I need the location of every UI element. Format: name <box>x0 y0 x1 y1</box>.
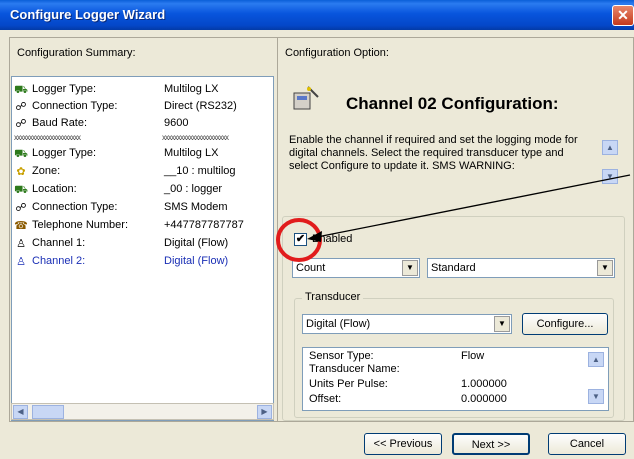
scroll-up-icon[interactable]: ▲ <box>602 140 618 155</box>
summary-label: Telephone Number: <box>32 219 129 231</box>
close-icon: ✕ <box>617 7 629 23</box>
channel-icon: ♙ <box>16 238 26 250</box>
summary-label: Channel 1: <box>32 237 86 249</box>
summary-value: Digital (Flow) <box>164 255 229 267</box>
button-bar <box>0 422 634 459</box>
summary-label: Logger Type: <box>32 147 97 159</box>
channel-title: Channel 02 Configuration: <box>346 94 559 113</box>
enabled-checkbox[interactable]: ✔ <box>294 233 307 246</box>
cancel-button[interactable]: Cancel <box>548 433 626 455</box>
type-select-value: Standard <box>431 262 476 274</box>
channel-config-icon <box>292 85 320 111</box>
property-label: Units Per Pulse: <box>309 378 388 390</box>
option-heading: Configuration Option: <box>285 47 389 59</box>
summary-label: Connection Type: <box>32 201 118 213</box>
summary-value: 9600 <box>164 117 189 129</box>
scroll-down-icon[interactable]: ▼ <box>602 169 618 184</box>
summary-value: _00 : logger <box>164 183 223 195</box>
chevron-down-icon[interactable]: ▼ <box>494 316 510 332</box>
scroll-right-icon[interactable]: ▶ <box>257 405 272 419</box>
transducer-properties[interactable]: Sensor Type: Flow Transducer Name: Units… <box>302 347 609 411</box>
connection-icon: ☍ <box>15 101 27 113</box>
chevron-down-icon[interactable]: ▼ <box>597 260 613 276</box>
summary-separator: xxxxxxxxxxxxxxxxxxxxxx <box>162 133 229 142</box>
channel-description: Enable the channel if required and set t… <box>289 134 578 172</box>
logger-icon: ⛟ <box>14 148 28 160</box>
summary-value: +447787787787 <box>164 219 244 231</box>
window-title: Configure Logger Wizard <box>10 7 166 22</box>
type-select[interactable]: Standard ▼ <box>427 258 615 278</box>
connection-icon: ☍ <box>15 118 27 130</box>
chevron-down-icon[interactable]: ▼ <box>402 260 418 276</box>
scroll-thumb[interactable] <box>32 405 64 419</box>
scroll-down-icon[interactable]: ▼ <box>588 389 604 404</box>
transducer-select-value: Digital (Flow) <box>306 318 371 330</box>
summary-value: Direct (RS232) <box>164 100 237 112</box>
property-label: Offset: <box>309 393 342 405</box>
telephone-icon: ☎ <box>14 220 28 232</box>
summary-value: Multilog LX <box>164 147 219 159</box>
property-value: 0.000000 <box>461 393 507 405</box>
connection-icon: ☍ <box>15 202 27 214</box>
summary-label: Baud Rate: <box>32 117 88 129</box>
enabled-label: Enabled <box>312 233 353 245</box>
configure-button[interactable]: Configure... <box>522 313 608 335</box>
transducer-select[interactable]: Digital (Flow) ▼ <box>302 314 512 334</box>
property-value: 1.000000 <box>461 378 507 390</box>
summary-value: SMS Modem <box>164 201 228 213</box>
summary-label: Zone: <box>32 165 61 177</box>
summary-separator: xxxxxxxxxxxxxxxxxxxxxx <box>14 133 81 142</box>
property-label: Sensor Type: <box>309 350 374 362</box>
summary-label: Logger Type: <box>32 83 97 95</box>
mode-select-value: Count <box>296 262 326 274</box>
wizard-window: Configure Logger Wizard ✕ Configuration … <box>0 0 634 459</box>
title-bar: Configure Logger Wizard ✕ <box>0 0 634 30</box>
scroll-left-icon[interactable]: ◀ <box>13 405 28 419</box>
close-button[interactable]: ✕ <box>612 5 634 26</box>
mode-select[interactable]: Count ▼ <box>292 258 420 278</box>
summary-label: Location: <box>32 183 77 195</box>
summary-value: __10 : multilog <box>164 165 236 177</box>
summary-heading: Configuration Summary: <box>17 47 136 59</box>
summary-horizontal-scrollbar[interactable]: ◀ ▶ <box>11 403 274 420</box>
logger-icon: ⛟ <box>14 84 28 96</box>
summary-label: Channel 2: <box>32 255 86 267</box>
previous-button[interactable]: << Previous <box>364 433 442 455</box>
transducer-legend: Transducer <box>302 291 364 303</box>
summary-list[interactable]: ⛟ Logger Type: Multilog LX ☍ Connection … <box>11 76 274 421</box>
scroll-up-icon[interactable]: ▲ <box>588 352 604 367</box>
logger-icon: ⛟ <box>14 184 28 196</box>
channel-icon: ♙ <box>16 256 26 268</box>
property-label: Transducer Name: <box>309 363 400 375</box>
summary-label: Connection Type: <box>32 100 118 112</box>
next-button[interactable]: Next >> <box>452 433 530 455</box>
property-value: Flow <box>461 350 485 362</box>
zone-icon: ✿ <box>16 166 26 178</box>
summary-value: Digital (Flow) <box>164 237 229 249</box>
summary-value: Multilog LX <box>164 83 219 95</box>
